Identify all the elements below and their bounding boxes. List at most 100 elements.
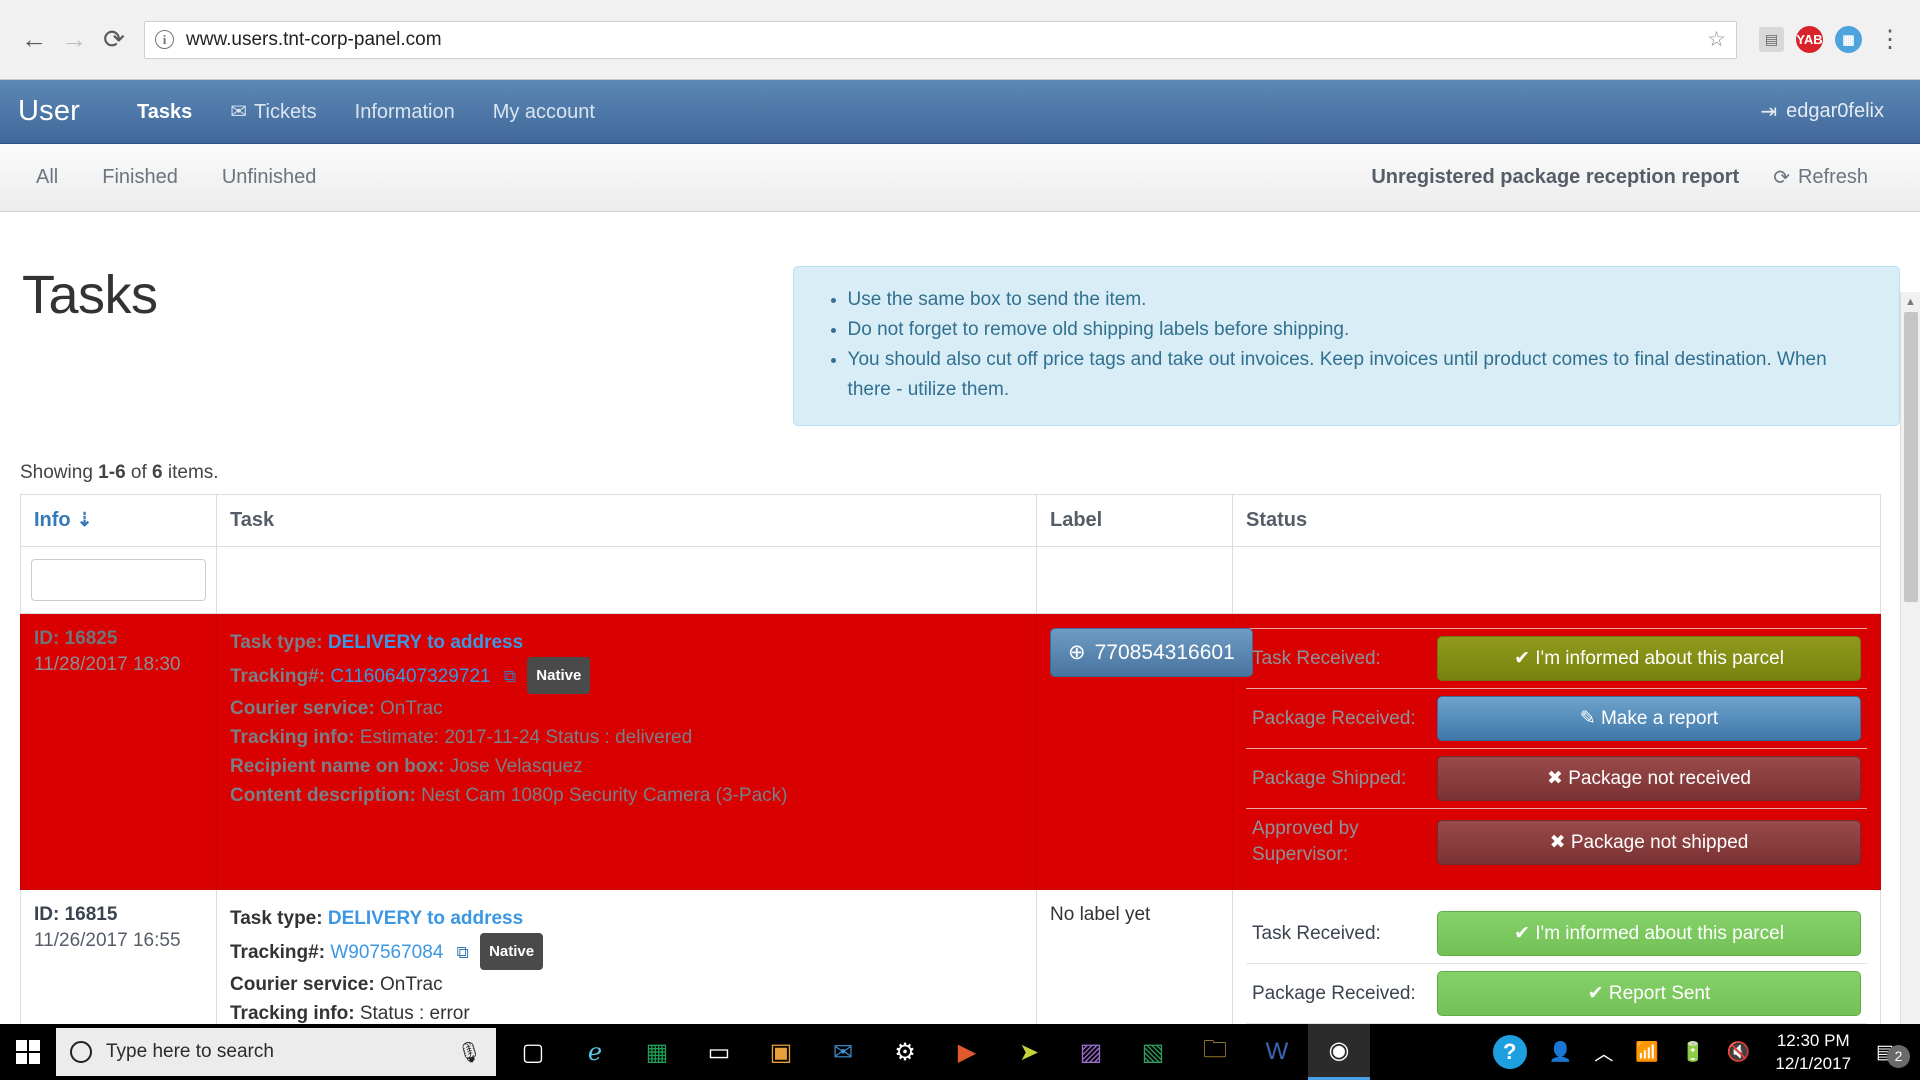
- status-label-task-received: Task Received:: [1252, 922, 1381, 944]
- battery-icon[interactable]: 🔋: [1670, 1040, 1716, 1064]
- task-type-value[interactable]: DELIVERY to address: [328, 908, 523, 929]
- download-circle-icon: ⊕: [1068, 641, 1086, 664]
- scrollbar-thumb[interactable]: [1904, 312, 1918, 602]
- yab-extension-icon[interactable]: YAB: [1796, 26, 1823, 53]
- start-button[interactable]: [0, 1024, 56, 1080]
- reload-icon[interactable]: ⟳: [94, 20, 134, 60]
- chrome-icon[interactable]: ◉: [1308, 1024, 1370, 1080]
- nav-item-tasks[interactable]: Tasks: [118, 80, 211, 144]
- scroll-up-icon[interactable]: ▲: [1901, 292, 1920, 312]
- showing-suffix: items.: [162, 462, 219, 483]
- nav-item-tickets[interactable]: ✉ Tickets: [211, 80, 335, 144]
- taskbar-date: 12/1/2017: [1775, 1054, 1852, 1073]
- row-date: 11/28/2017 18:30: [34, 654, 181, 675]
- native-badge: Native: [527, 657, 591, 694]
- status-button-task-received[interactable]: ✔ I'm informed about this parcel: [1437, 911, 1861, 956]
- media-player-icon[interactable]: ▶: [936, 1024, 998, 1080]
- package-app-icon[interactable]: ▨: [1060, 1024, 1122, 1080]
- check-icon: ✔: [1514, 648, 1530, 669]
- tracking-value[interactable]: C11606407329721: [330, 666, 490, 687]
- people-icon[interactable]: 👤: [1538, 1040, 1584, 1064]
- excel-icon[interactable]: ▦: [626, 1024, 688, 1080]
- filter-cell-task: [216, 546, 1037, 614]
- windows-taskbar: Type here to search 🎙 ▢ ℯ ▦ ▭ ▣ ✉ ⚙ ▶ ➤ …: [0, 1024, 1920, 1080]
- row-date: 11/26/2017 16:55: [34, 930, 181, 951]
- chrome-menu-icon[interactable]: ⋮: [1874, 27, 1906, 51]
- refresh-label: Refresh: [1797, 166, 1868, 188]
- sort-info-link[interactable]: Info ⇣: [34, 509, 93, 532]
- filter-tab-unfinished[interactable]: Unfinished: [200, 166, 339, 189]
- terminal-icon[interactable]: ▭: [688, 1024, 750, 1080]
- user-menu[interactable]: ⇥ edgar0felix: [1760, 99, 1920, 124]
- tracking-line: Tracking#: C11606407329721 ⧉ Native: [230, 657, 1023, 694]
- status-label-package-received: Package Received:: [1246, 688, 1431, 749]
- status-label-task-received: Task Received:: [1246, 628, 1431, 689]
- table-row[interactable]: ID: 16825 11/28/2017 18:30 Task type: DE…: [20, 613, 1881, 890]
- wifi-icon[interactable]: 📶: [1624, 1040, 1670, 1064]
- status-button-package-not-received[interactable]: ✖ Package not received: [1437, 756, 1861, 801]
- address-bar[interactable]: i www.users.tnt-corp-panel.com ☆: [144, 20, 1737, 59]
- forward-arrow-icon[interactable]: →: [54, 20, 94, 60]
- column-header-task: Task: [216, 494, 1037, 547]
- filter-tab-all[interactable]: All: [14, 166, 80, 189]
- file-explorer-icon[interactable]: 🗀: [1184, 1024, 1246, 1080]
- nav-item-information[interactable]: Information: [336, 80, 474, 144]
- site-info-icon[interactable]: i: [155, 30, 174, 49]
- external-link-icon[interactable]: ⧉: [457, 943, 469, 962]
- status-action-cell: ✔ I'm informed about this parcel: [1431, 628, 1867, 689]
- mail-icon[interactable]: ✉: [812, 1024, 874, 1080]
- refresh-button[interactable]: ⟳ Refresh: [1773, 165, 1868, 190]
- nav-item-my-account[interactable]: My account: [474, 80, 614, 144]
- column-header-info[interactable]: Info ⇣: [20, 494, 217, 547]
- pdf-extension-icon[interactable]: ▤: [1759, 27, 1784, 52]
- status-button-report-sent[interactable]: ✔ Report Sent: [1437, 971, 1861, 1016]
- taskbar-search-placeholder: Type here to search: [106, 1041, 274, 1062]
- help-icon[interactable]: ?: [1482, 1035, 1538, 1069]
- recipient-label: Recipient name on box:: [230, 756, 445, 777]
- taskbar-time: 12:30 PM: [1776, 1031, 1850, 1050]
- app-brand[interactable]: User: [18, 95, 80, 128]
- status-label-package-received: Package Received:: [1246, 963, 1431, 1024]
- word-icon[interactable]: W: [1246, 1024, 1308, 1080]
- task-view-icon[interactable]: ▢: [502, 1024, 564, 1080]
- status-button-make-report[interactable]: ✎ Make a report: [1437, 696, 1861, 741]
- tracking-value[interactable]: W907567084: [330, 942, 443, 963]
- bookmark-star-icon[interactable]: ☆: [1697, 27, 1726, 52]
- page-header-area: Tasks Use the same box to send the item.…: [20, 212, 1900, 426]
- taskbar-clock[interactable]: 12:30 PM 12/1/2017: [1761, 1029, 1865, 1075]
- settings-gear-icon[interactable]: ⚙: [874, 1024, 936, 1080]
- notification-center-icon[interactable]: ▤ 2: [1865, 1041, 1912, 1068]
- showing-total: 6: [152, 462, 163, 483]
- download-label-button[interactable]: ⊕ 770854316601: [1050, 628, 1253, 677]
- show-hidden-icons-chevron-icon[interactable]: ︿: [1583, 1039, 1624, 1066]
- unregistered-report-link[interactable]: Unregistered package reception report: [1371, 166, 1739, 189]
- status-table: Task Received: ✔ I'm informed about this…: [1246, 628, 1867, 875]
- store-icon[interactable]: ▣: [750, 1024, 812, 1080]
- courier-label: Courier service:: [230, 698, 375, 719]
- courier-app-icon[interactable]: ➤: [998, 1024, 1060, 1080]
- status-button-package-not-shipped[interactable]: ✖ Package not shipped: [1437, 819, 1861, 865]
- microphone-icon[interactable]: 🎙: [457, 1040, 482, 1065]
- generic-extension-icon[interactable]: ▦: [1835, 26, 1862, 53]
- column-header-status: Status: [1232, 494, 1881, 547]
- instruction-item: You should also cut off price tags and t…: [848, 345, 1873, 405]
- external-link-icon[interactable]: ⧉: [504, 667, 516, 686]
- task-type-label: Task type:: [230, 908, 323, 929]
- status-button-label: Package not shipped: [1570, 831, 1749, 853]
- status-button-task-received[interactable]: ✔ I'm informed about this parcel: [1437, 636, 1861, 681]
- browser-extensions: ▤ YAB ▦ ⋮: [1747, 26, 1906, 53]
- status-action-cell: ✖ Package not shipped: [1431, 808, 1867, 875]
- page-scrollbar[interactable]: ▲: [1900, 292, 1920, 1034]
- info-filter-input[interactable]: [31, 559, 206, 601]
- courier-value: OnTrac: [379, 698, 443, 719]
- courier-line: Courier service: OnTrac: [230, 694, 1023, 723]
- table-row[interactable]: ID: 16815 11/26/2017 16:55 Task type: DE…: [20, 889, 1881, 1034]
- filter-tab-finished[interactable]: Finished: [80, 166, 200, 189]
- powershell-icon[interactable]: ▧: [1122, 1024, 1184, 1080]
- taskbar-search[interactable]: Type here to search 🎙: [56, 1028, 496, 1076]
- native-badge: Native: [480, 933, 544, 970]
- volume-mute-icon[interactable]: 🔇: [1716, 1040, 1762, 1064]
- task-type-value[interactable]: DELIVERY to address: [328, 632, 523, 653]
- back-arrow-icon[interactable]: ←: [14, 20, 54, 60]
- edge-icon[interactable]: ℯ: [564, 1024, 626, 1080]
